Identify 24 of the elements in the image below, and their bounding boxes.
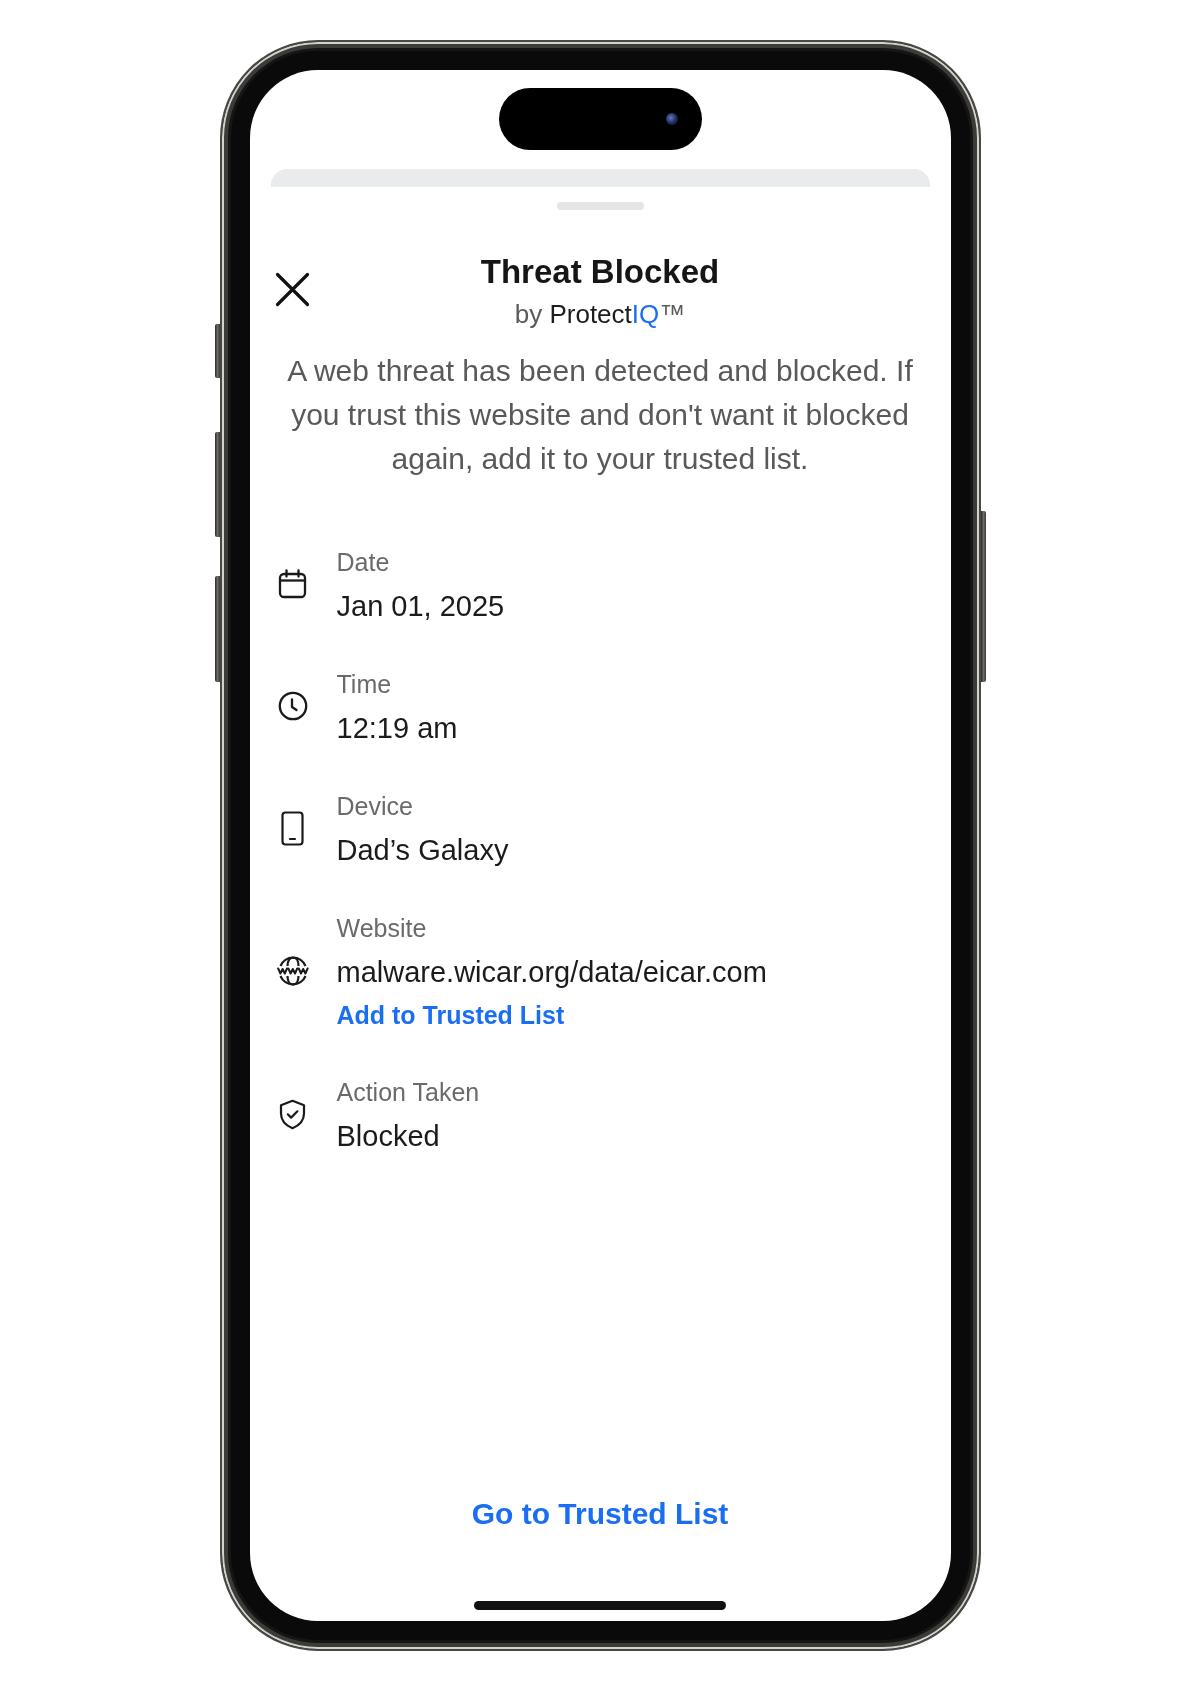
detail-label: Website <box>336 913 427 944</box>
smartphone-icon <box>281 810 304 846</box>
detail-label: Date <box>336 547 390 578</box>
drag-handle[interactable] <box>556 202 644 210</box>
threat-message: A web threat has been detected and blocked. If you trust this website and don't want it blocked again, add it to your trusted list. <box>286 353 914 477</box>
brand-byline: by ProtectIQ™ <box>514 298 686 331</box>
detail-label: Time <box>336 669 392 700</box>
detail-value: Blocked <box>336 1119 440 1154</box>
detail-value: 12:19 am <box>336 711 458 746</box>
close-icon <box>274 272 310 307</box>
detail-label: Action Taken <box>336 1077 480 1108</box>
globe-icon <box>276 956 309 986</box>
detail-value: malware.wicar.org/data/eicar.com <box>336 955 767 990</box>
go-to-trusted-list-link[interactable]: Go to Trusted List <box>471 1492 729 1536</box>
close-button[interactable] <box>274 272 310 307</box>
calendar-icon <box>278 569 307 599</box>
detail-value: Jan 01, 2025 <box>336 589 505 624</box>
camera-lens-icon <box>665 113 678 125</box>
clock-icon <box>277 691 308 721</box>
shield-check-icon <box>279 1098 306 1130</box>
add-to-trusted-link[interactable]: Add to Trusted List <box>336 994 565 1036</box>
sheet-title: Threat Blocked <box>480 252 720 292</box>
detail-value: Dad’s Galaxy <box>336 833 509 868</box>
detail-label: Device <box>336 791 413 822</box>
